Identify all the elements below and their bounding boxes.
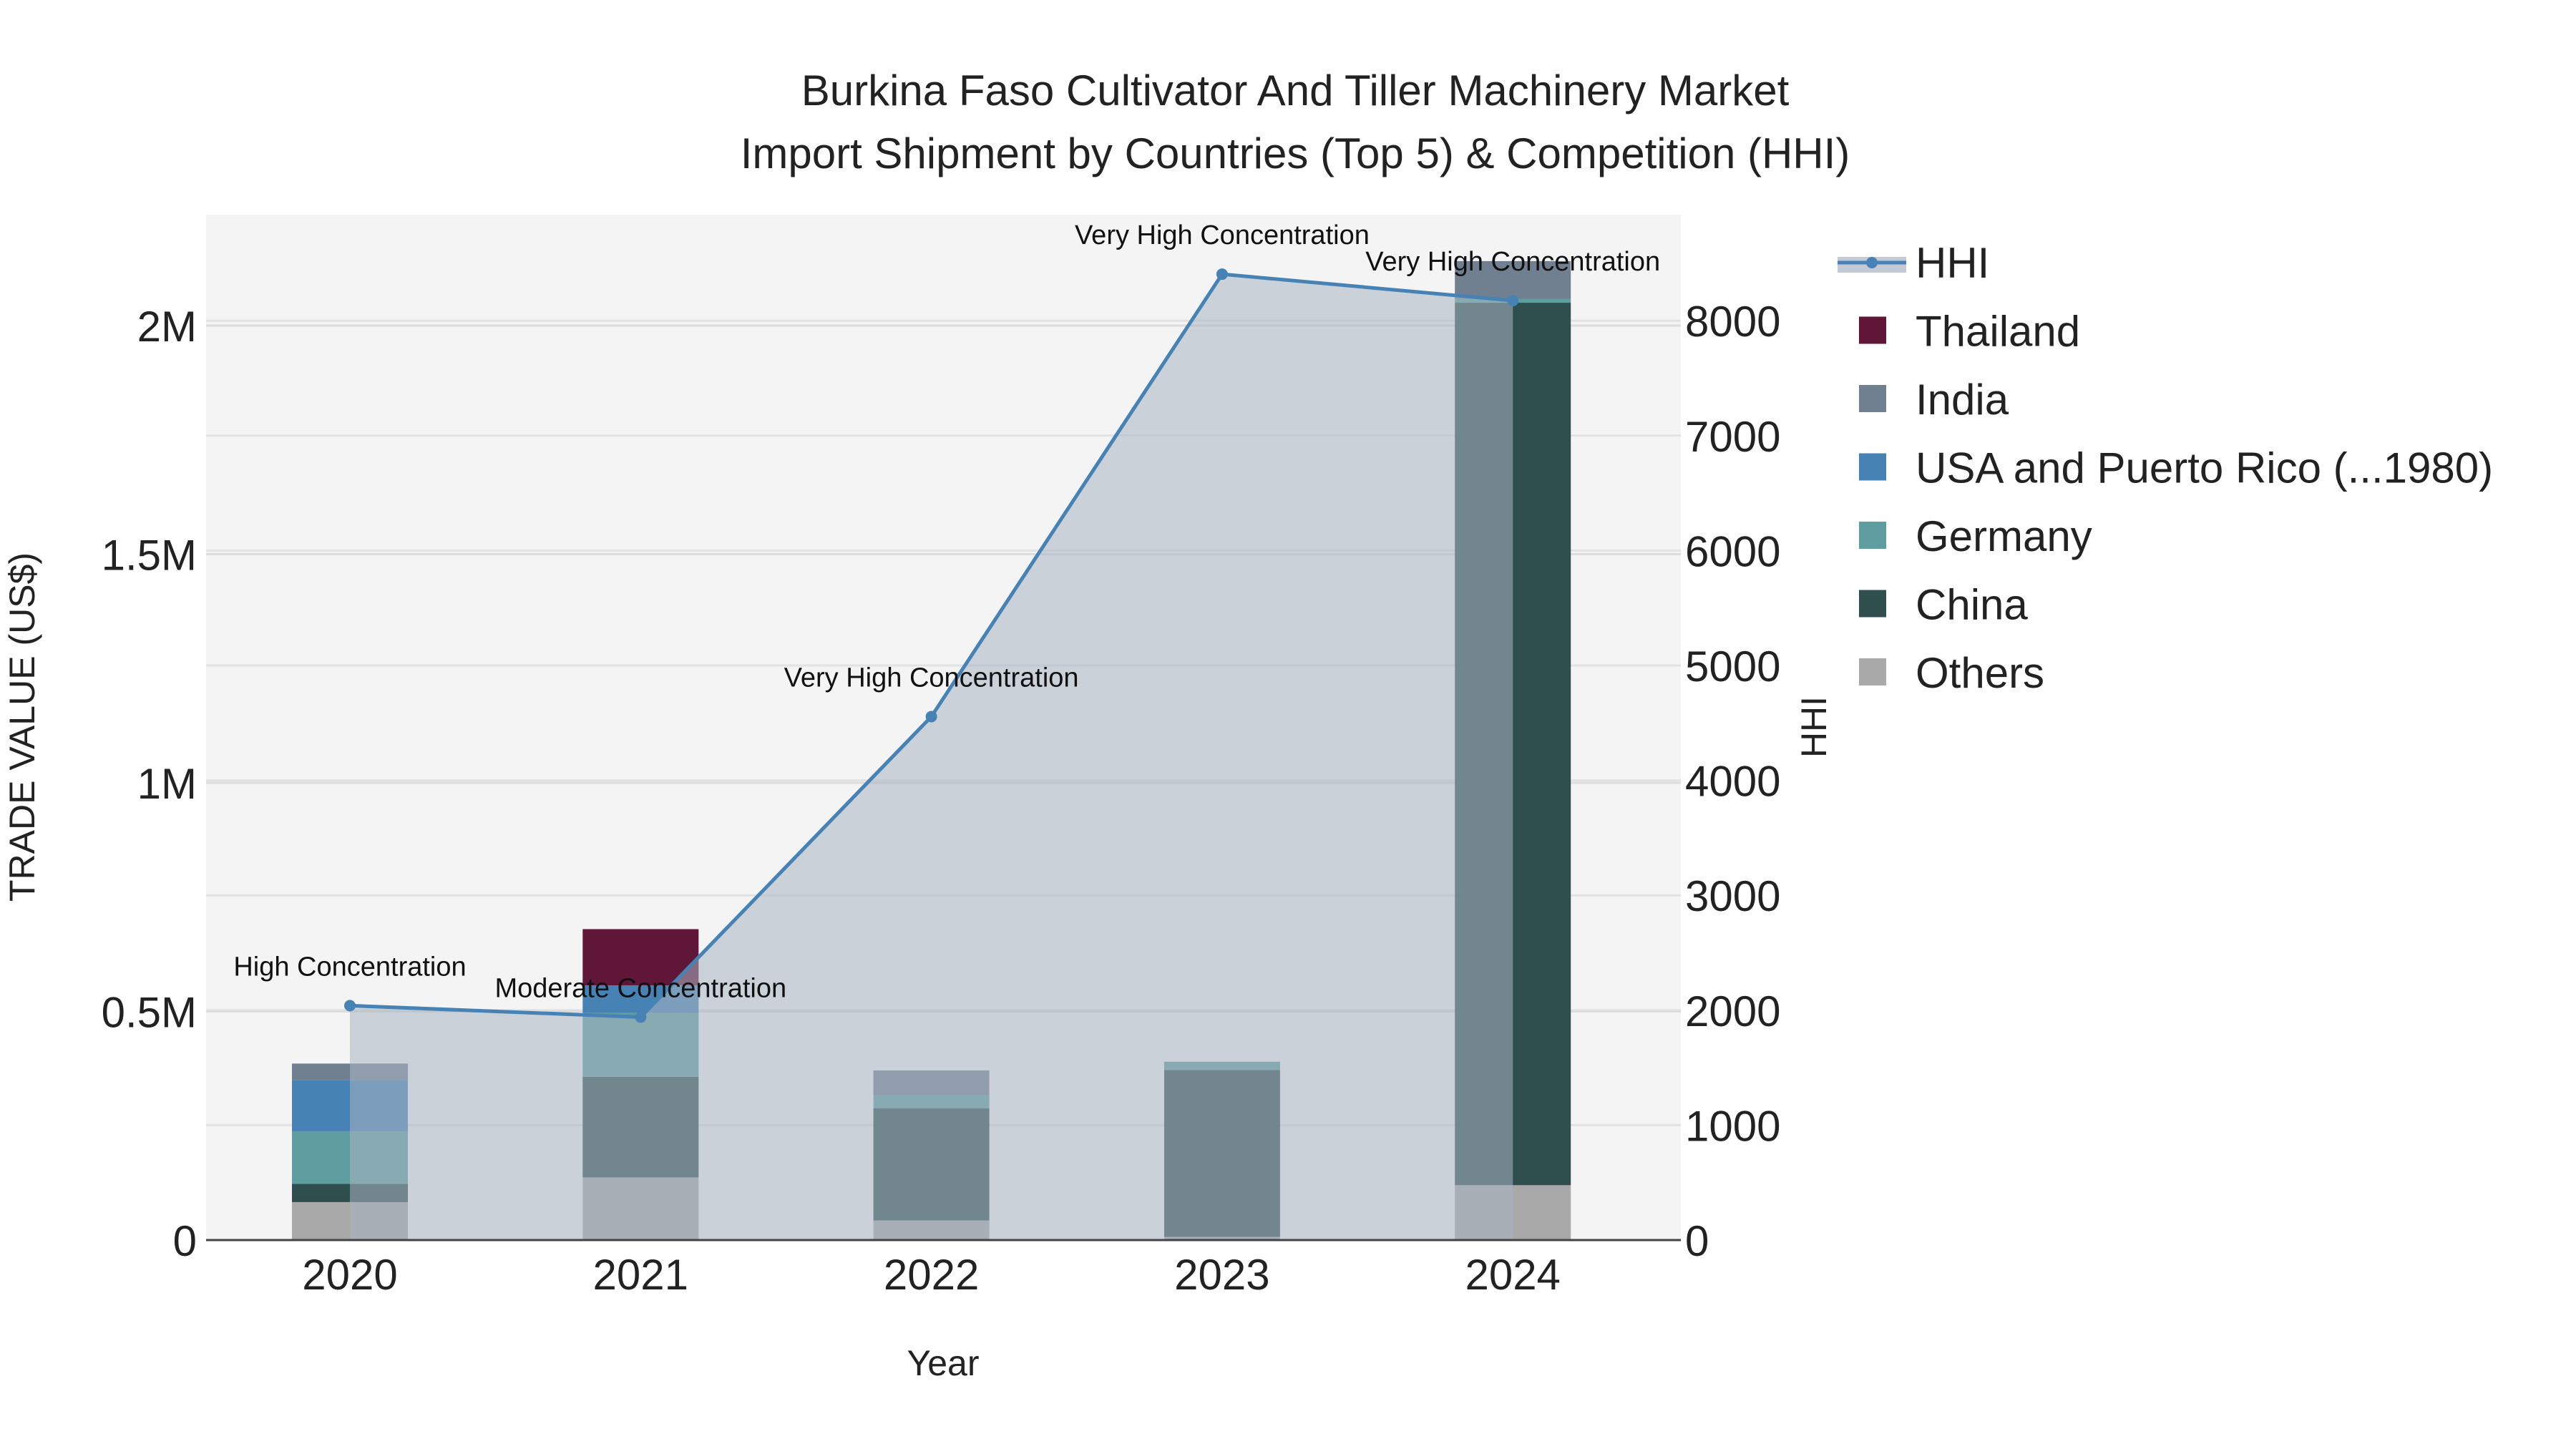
hhi-point-2023 [1216, 268, 1228, 280]
legend-swatch-germany [1859, 522, 1886, 549]
y-tick-label: 0 [173, 1217, 197, 1265]
y2-tick-label: 6000 [1685, 527, 1780, 575]
legend-swatch-hhi-marker [1866, 257, 1878, 268]
chart: High Concentration Moderate Concentration… [0, 0, 2576, 1449]
legend-label: India [1916, 376, 2009, 424]
hhi-point-2022 [925, 711, 937, 723]
y2-tick-label: 8000 [1685, 298, 1780, 346]
chart-subtitle: Import Shipment by Countries (Top 5) & C… [741, 130, 1850, 177]
y2-tick-label: 4000 [1685, 758, 1780, 806]
hhi-point-2020 [344, 1000, 356, 1012]
hhi-annotation-2023: Very High Concentration [1075, 220, 1370, 250]
y2-tick-label: 0 [1685, 1217, 1709, 1265]
x-tick-label: 2023 [1174, 1251, 1269, 1299]
y-tick-label: 0.5M [102, 989, 197, 1037]
x-tick-label: 2024 [1465, 1251, 1560, 1299]
legend-label: Thailand [1916, 308, 2080, 356]
y2-tick-label: 3000 [1685, 872, 1780, 920]
legend-label: USA and Puerto Rico (...1980) [1916, 444, 2493, 492]
x-tick-label: 2021 [593, 1251, 688, 1299]
x-axis-title: Year [907, 1343, 979, 1383]
legend-swatch-india [1859, 385, 1886, 412]
legend-label: Germany [1916, 512, 2092, 560]
legend-label: China [1916, 581, 2028, 629]
hhi-annotation-2020: High Concentration [233, 952, 466, 982]
y-tick-label: 1M [137, 760, 197, 808]
hhi-annotation-2021: Moderate Concentration [494, 973, 786, 1003]
hhi-annotation-2024: Very High Concentration [1365, 247, 1660, 277]
legend-label: Others [1916, 649, 2044, 697]
legend-swatch-thailand [1859, 316, 1886, 344]
legend-swatch-usa-and-puerto-rico- [1859, 453, 1886, 481]
y2-tick-label: 2000 [1685, 987, 1780, 1035]
y2-tick-label: 7000 [1685, 413, 1780, 461]
legend-swatch-others [1859, 658, 1886, 686]
chart-title: Burkina Faso Cultivator And Tiller Machi… [801, 67, 1790, 114]
x-tick-label: 2022 [884, 1251, 979, 1299]
y-axis-title: TRADE VALUE (US$) [2, 552, 42, 902]
legend-swatch-china [1859, 590, 1886, 618]
y2-tick-label: 1000 [1685, 1102, 1780, 1150]
y2-tick-label: 5000 [1685, 643, 1780, 691]
hhi-point-2024 [1507, 295, 1519, 307]
hhi-annotation-2022: Very High Concentration [784, 663, 1079, 693]
legend-label: HHI [1916, 239, 1989, 287]
hhi-point-2021 [635, 1011, 647, 1023]
y2-axis-title: HHI [1794, 696, 1834, 758]
y-tick-label: 1.5M [102, 532, 197, 580]
y-tick-label: 2M [137, 303, 197, 351]
x-tick-label: 2020 [302, 1251, 397, 1299]
